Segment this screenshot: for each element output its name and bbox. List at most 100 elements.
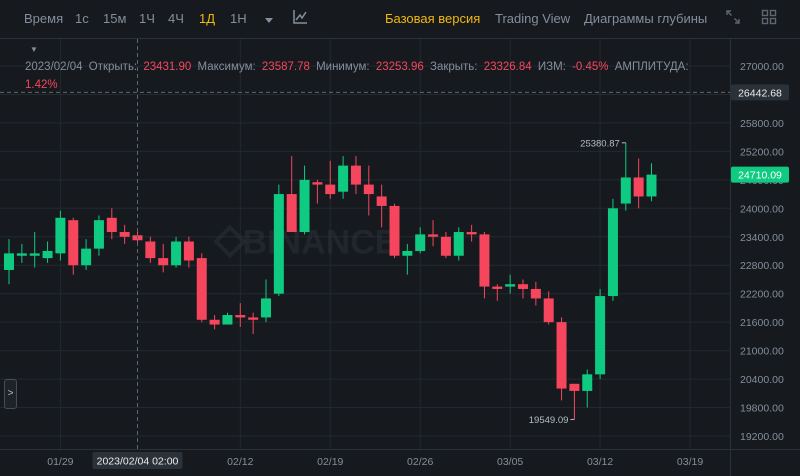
candle-up [93,220,104,249]
candle-down [569,383,580,391]
candle-down [68,220,79,266]
ohlc-low-value: 23253.96 [375,61,424,73]
caret-down-icon[interactable] [264,13,274,28]
candle-down [286,194,297,233]
ohlc-close-value: 23326.84 [483,61,532,73]
interval-4h[interactable]: 4Ч [168,11,184,26]
max-price-label: 25380.87 [580,138,620,149]
view-depth-chart[interactable]: Диаграммы глубины [584,11,707,26]
candle-down [440,236,451,256]
expand-icon[interactable] [725,9,741,28]
ohlc-change-value: -0.45% [572,61,609,73]
crosshair-price-label: 26442.68 [738,87,782,99]
candle-down [325,184,336,195]
candle-up [620,177,631,204]
y-tick-label: 27000.00 [740,61,784,73]
last-price-label: 24710.09 [738,170,782,182]
ohlc-amplitude-label: АМПЛИТУДА: [614,61,689,73]
ohlc-high-label: Максимум: [197,61,256,73]
candle-down [106,217,117,233]
candle-up [415,234,426,251]
interval-1h[interactable]: 1Ч [139,11,155,26]
candle-down [479,234,490,287]
candle-up [42,251,53,259]
ohlc-change-label: ИЗМ: [537,61,566,73]
candle-down [633,177,644,197]
crosshair-time-label: 2023/02/04 02:00 [97,456,179,468]
candle-up [222,315,233,325]
candle-up [595,296,606,375]
y-tick-label: 24000.00 [740,203,784,215]
interval-15m[interactable]: 15м [103,11,126,26]
ohlc-date: 2023/02/04 [25,61,83,73]
interval-1s[interactable]: 1с [75,11,89,26]
candle-down [158,258,169,266]
y-tick-label: 19800.00 [740,403,784,415]
candle-down [492,286,503,289]
candle-down [428,234,439,237]
y-tick-label: 19200.00 [740,431,784,443]
view-basic[interactable]: Базовая версия [385,11,480,26]
candle-up [273,194,284,294]
candle-down [466,232,477,235]
candle-up [171,241,182,266]
candle-down [312,182,323,185]
candle-down [209,319,220,325]
ohlc-low-label: Минимум: [316,61,370,73]
candle-up [582,374,593,391]
candle-up [505,284,516,287]
candle-down [350,165,361,185]
candle-down [363,184,374,195]
ohlc-legend: 2023/02/04 Открыть: 23431.90 Максимум: 2… [25,58,715,94]
candle-up [261,298,271,318]
candle-up [607,208,618,297]
grid-layout-icon[interactable] [761,9,777,28]
y-tick-label: 21000.00 [740,346,784,358]
chart-line-icon[interactable] [292,9,308,28]
candle-up [338,165,349,192]
x-tick-label: 02/26 [407,456,433,468]
candle-up [299,179,310,233]
view-tradingview[interactable]: Trading View [495,11,570,26]
y-tick-label: 25200.00 [740,146,784,158]
candle-down [145,241,156,259]
candle-up [402,251,413,256]
y-tick-label: 21600.00 [740,317,784,329]
ohlc-high-value: 23587.78 [261,61,310,73]
candle-down [119,232,130,237]
candle-down [235,315,246,318]
collapse-legend-icon[interactable]: ▼ [30,45,38,54]
side-panel-toggle[interactable]: > [4,379,17,409]
candle-up [4,253,14,270]
candle-down [196,258,207,320]
x-tick-label: 03/12 [587,456,613,468]
y-tick-label: 23400.00 [740,232,784,244]
candle-down [376,196,387,206]
min-price-label: 19549.09 [529,415,569,426]
interval-1w[interactable]: 1Н [230,11,247,26]
candle-up [16,253,27,256]
candle-down [183,241,194,261]
x-tick-label: 03/19 [677,456,703,468]
y-tick-label: 20400.00 [740,374,784,386]
ohlc-close-label: Закрыть: [430,61,478,73]
ohlc-open-label: Открыть: [88,61,138,73]
x-tick-label: 03/05 [497,456,523,468]
candle-down [389,205,400,256]
time-label[interactable]: Время [24,11,63,26]
candle-down [530,288,541,299]
ohlc-amplitude-value: 1.42% [25,79,58,91]
y-tick-label: 22800.00 [740,260,784,272]
candle-up [453,232,464,256]
candlestick-chart[interactable]: BINANCE27000.0026400.0025800.0025200.002… [0,39,800,476]
chart-toolbar: Время 1с 15м 1Ч 4Ч 1Д 1Н Базовая версия … [0,0,800,38]
ohlc-open-value: 23431.90 [143,61,192,73]
candle-up [81,248,92,266]
candle-up [646,174,657,197]
watermark-logo: BINANCE [243,224,398,262]
x-tick-label: 01/29 [47,456,73,468]
candle-up [29,253,40,256]
x-tick-label: 02/19 [317,456,343,468]
interval-1d[interactable]: 1Д [199,11,215,26]
y-tick-label: 25800.00 [740,118,784,130]
